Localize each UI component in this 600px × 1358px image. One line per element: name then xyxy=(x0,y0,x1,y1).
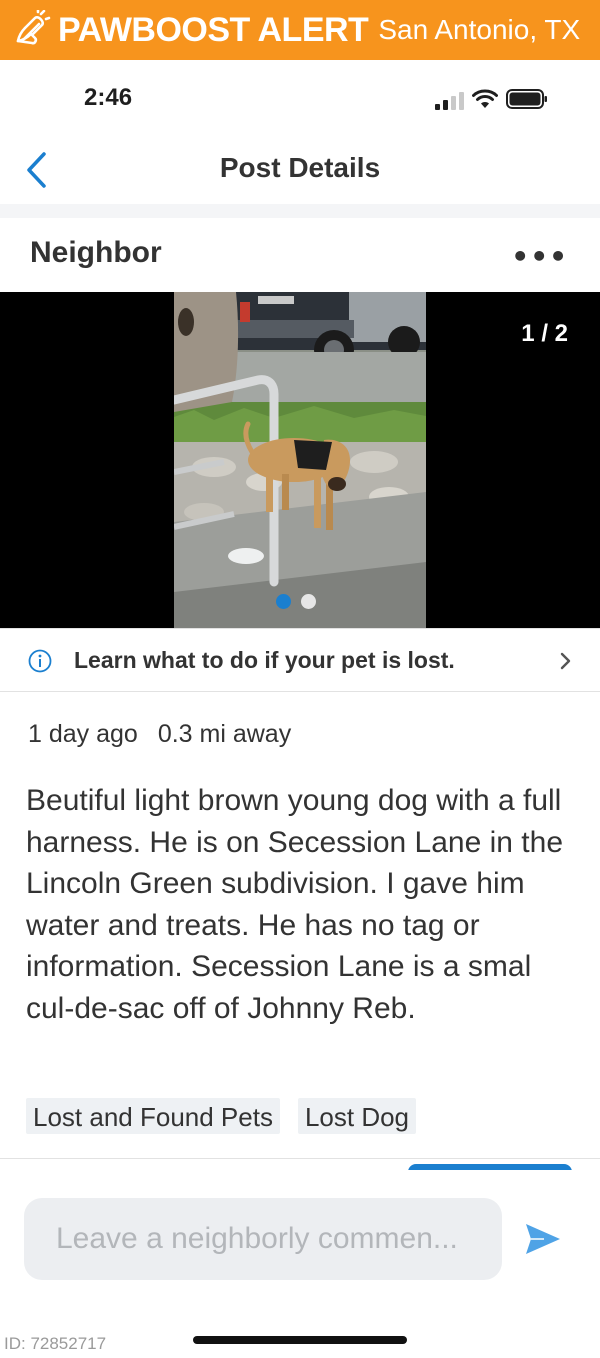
header-divider xyxy=(0,204,600,218)
alert-brand: PAWBOOST ALERT xyxy=(58,10,369,49)
learn-link-text[interactable]: Learn what to do if your pet is lost. xyxy=(74,647,455,674)
photo-counter: 1 / 2 xyxy=(521,320,568,347)
info-icon xyxy=(28,649,52,677)
pawboost-alert-banner: PAWBOOST ALERT San Antonio, TX xyxy=(0,0,600,60)
home-indicator[interactable] xyxy=(193,1336,407,1344)
chevron-right-icon xyxy=(560,651,572,675)
carousel-dot-2[interactable] xyxy=(301,594,316,609)
learn-lost-pet-link[interactable]: Learn what to do if your pet is lost. xyxy=(0,628,600,692)
signal-icon xyxy=(435,92,464,110)
comment-input[interactable] xyxy=(24,1198,502,1280)
bell-alert-icon xyxy=(8,7,54,53)
status-bar: 2:46 xyxy=(0,60,600,140)
post-time-ago: 1 day ago xyxy=(28,720,138,748)
status-icons xyxy=(435,89,548,113)
comment-bar xyxy=(0,1170,600,1308)
status-time: 2:46 xyxy=(84,84,133,111)
carousel-dot-1[interactable] xyxy=(276,594,291,609)
page-title: Post Details xyxy=(219,152,381,183)
dog-photo[interactable] xyxy=(174,292,426,628)
send-icon xyxy=(526,1224,560,1254)
tag-lost-dog[interactable]: Lost Dog xyxy=(297,1098,417,1134)
post-tags: Lost and Found Pets Lost Dog xyxy=(26,1098,417,1134)
alert-city: San Antonio, TX xyxy=(378,14,581,45)
tag-lost-and-found-pets[interactable]: Lost and Found Pets xyxy=(26,1098,280,1134)
battery-icon xyxy=(506,89,548,113)
comment-divider xyxy=(0,1158,600,1159)
post-author: Neighbor xyxy=(30,236,162,269)
post-meta: 1 day ago 0.3 mi away xyxy=(28,720,291,749)
wifi-icon xyxy=(472,89,498,113)
carousel-dots[interactable] xyxy=(276,594,316,609)
photo-carousel[interactable]: 1 / 2 xyxy=(0,292,600,628)
post-id: ID: 72852717 xyxy=(4,1334,107,1353)
post-header: Neighbor ••• xyxy=(0,218,600,292)
post-distance: 0.3 mi away xyxy=(157,720,292,748)
post-body: Beutiful light brown young dog with a fu… xyxy=(26,784,563,1025)
nav-header: Post Details xyxy=(0,140,600,204)
send-button[interactable] xyxy=(524,1222,562,1256)
more-dots-icon[interactable]: ••• xyxy=(511,240,568,273)
